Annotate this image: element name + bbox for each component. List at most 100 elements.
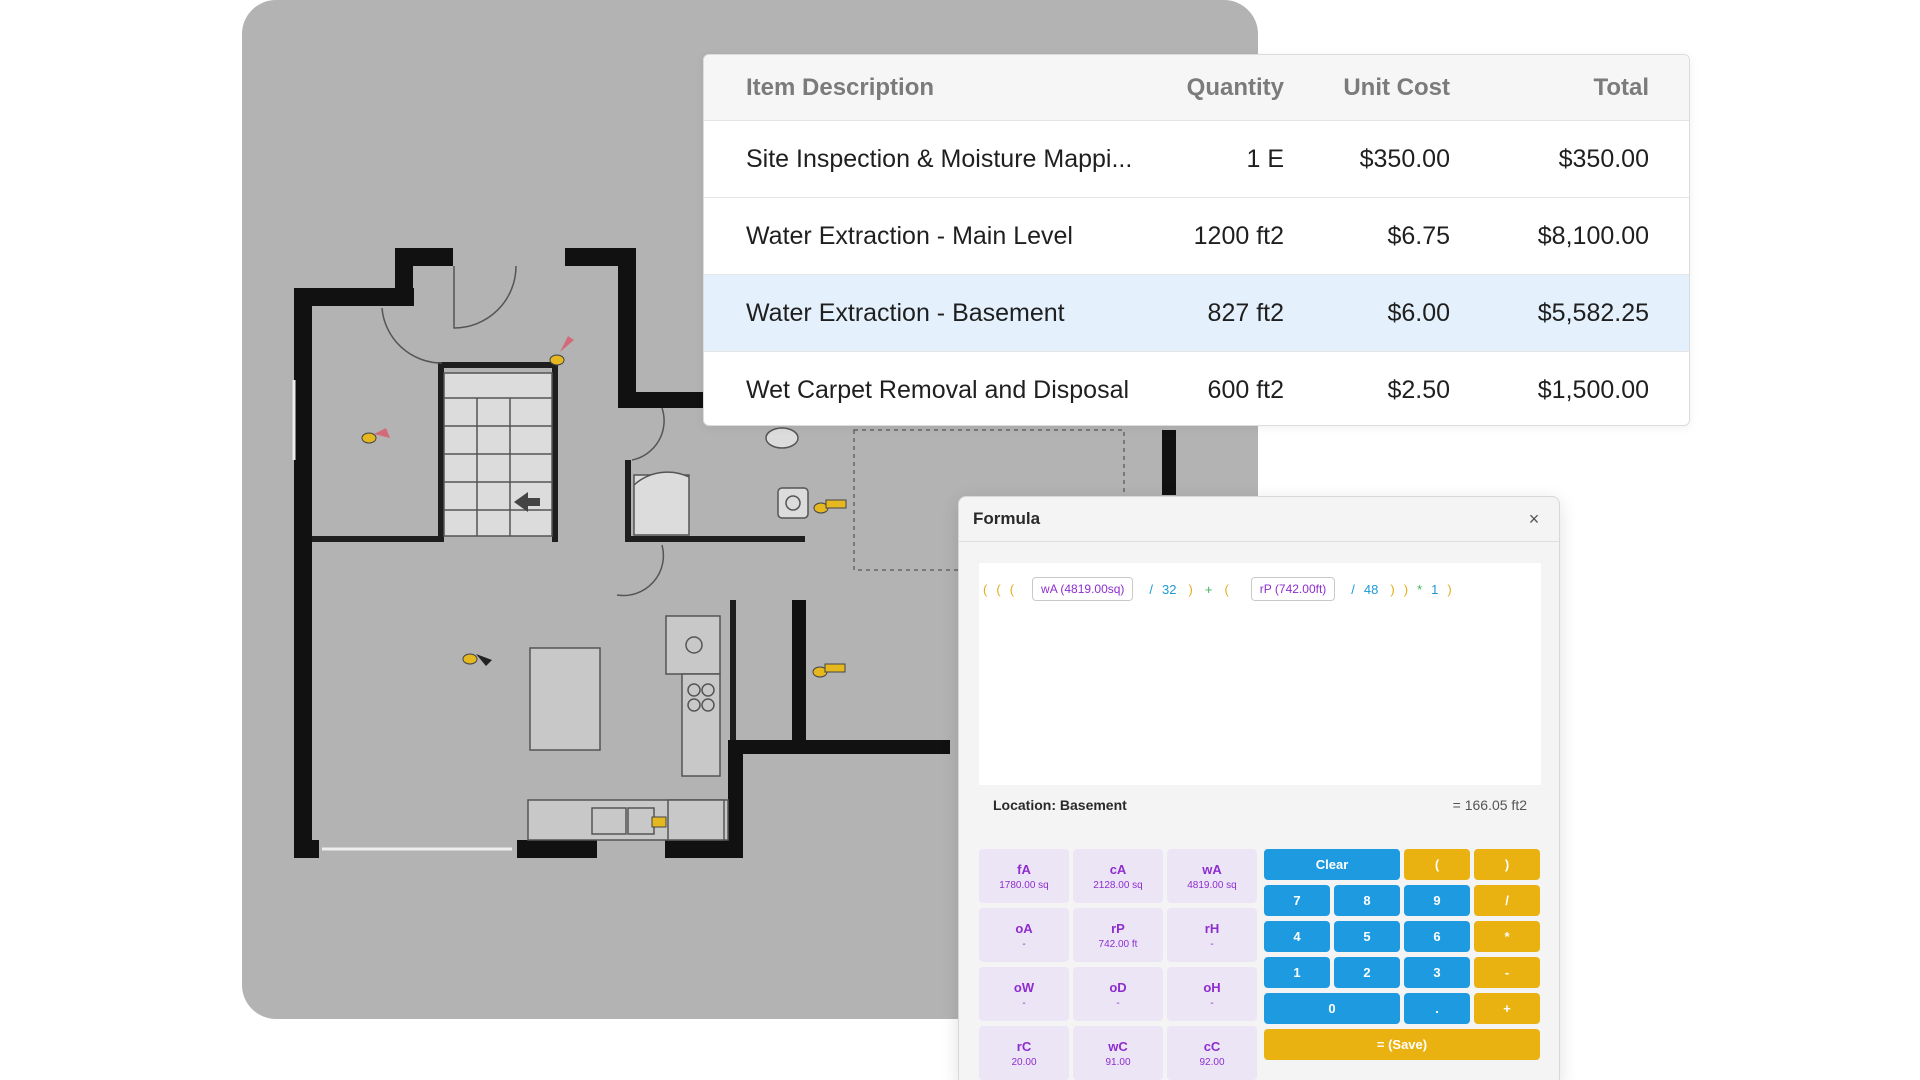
equipment-fan-icon <box>812 663 846 678</box>
token-paren: ) <box>1188 581 1193 597</box>
variable-code: oW <box>1013 979 1035 995</box>
variable-key-oD[interactable]: oD - <box>1073 967 1163 1021</box>
minus-button[interactable]: - <box>1474 957 1540 988</box>
digit-4-button[interactable]: 4 <box>1264 921 1330 952</box>
variable-key-wA[interactable]: wA 4819.00 sq <box>1167 849 1257 903</box>
header-total[interactable]: Total <box>1490 55 1689 121</box>
equipment-fan-icon <box>361 428 390 444</box>
row-quantity: 1200 ft2 <box>1149 197 1324 275</box>
token-paren: ) <box>1403 581 1409 597</box>
header-unit-cost[interactable]: Unit Cost <box>1324 55 1490 121</box>
token-operator: + <box>1204 581 1213 597</box>
app-stage: Item Description Quantity Unit Cost Tota… <box>0 0 1920 1080</box>
row-unit-cost: $350.00 <box>1324 120 1490 198</box>
equipment-dehumidifier-icon <box>462 653 492 666</box>
divide-button[interactable]: / <box>1474 885 1540 916</box>
variable-key-oH[interactable]: oH - <box>1167 967 1257 1021</box>
variable-key-rH[interactable]: rH - <box>1167 908 1257 962</box>
variable-key-wC[interactable]: wC 91.00 <box>1073 1026 1163 1080</box>
variable-code: oH <box>1203 979 1221 995</box>
token-operator: / <box>1149 581 1154 597</box>
variable-key-cA[interactable]: cA 2128.00 sq <box>1073 849 1163 903</box>
variable-value: - <box>1210 997 1214 1009</box>
token-operator: / <box>1351 581 1355 597</box>
row-description: Site Inspection & Moisture Mappi... <box>704 120 1149 198</box>
token-number: 1 <box>1431 581 1439 597</box>
row-total: $8,100.00 <box>1490 197 1689 275</box>
variable-code: rH <box>1204 920 1220 936</box>
table-header-row: Item Description Quantity Unit Cost Tota… <box>704 55 1689 121</box>
save-button[interactable]: = (Save) <box>1264 1029 1540 1060</box>
close-paren-button[interactable]: ) <box>1474 849 1540 880</box>
token-paren: ( <box>996 581 1001 597</box>
row-total: $350.00 <box>1490 120 1689 198</box>
variable-key-fA[interactable]: fA 1780.00 sq <box>979 849 1069 903</box>
variable-code: wA <box>1202 861 1222 877</box>
dialog-header: Formula × <box>959 497 1559 542</box>
variable-value: 20.00 <box>1011 1056 1037 1068</box>
row-description: Water Extraction - Main Level <box>704 197 1149 275</box>
decimal-button[interactable]: . <box>1404 993 1470 1024</box>
digit-3-button[interactable]: 3 <box>1404 957 1470 988</box>
variable-code: cC <box>1203 1038 1221 1054</box>
open-paren-button[interactable]: ( <box>1404 849 1470 880</box>
variable-code: rP <box>1111 920 1125 936</box>
header-item-description[interactable]: Item Description <box>704 55 1149 121</box>
digit-2-button[interactable]: 2 <box>1334 957 1400 988</box>
row-unit-cost: $6.75 <box>1324 197 1490 275</box>
digit-0-button[interactable]: 0 <box>1264 993 1400 1024</box>
table-row[interactable]: Wet Carpet Removal and Disposal 600 ft2 … <box>704 352 1689 426</box>
variable-code: fA <box>1017 861 1031 877</box>
variable-key-oW[interactable]: oW - <box>979 967 1069 1021</box>
token-variable-chip[interactable]: wA (4819.00sq) <box>1032 577 1134 601</box>
token-paren: ( <box>1009 581 1015 597</box>
variable-value: - <box>1116 997 1120 1009</box>
table-row-selected[interactable]: Water Extraction - Basement 827 ft2 $6.0… <box>704 274 1689 352</box>
plus-button[interactable]: + <box>1474 993 1540 1024</box>
header-quantity[interactable]: Quantity <box>1149 55 1324 121</box>
row-quantity: 1 E <box>1149 120 1324 198</box>
digit-9-button[interactable]: 9 <box>1404 885 1470 916</box>
clear-button[interactable]: Clear <box>1264 849 1400 880</box>
digit-7-button[interactable]: 7 <box>1264 885 1330 916</box>
variable-code: rC <box>1016 1038 1032 1054</box>
row-description: Water Extraction - Basement <box>704 274 1149 352</box>
variable-key-cC[interactable]: cC 92.00 <box>1167 1026 1257 1080</box>
variable-value: - <box>1022 997 1026 1009</box>
estimate-table-card: Item Description Quantity Unit Cost Tota… <box>703 54 1690 426</box>
token-paren: ) <box>1447 581 1452 597</box>
formula-editor[interactable]: ( ( ( wA (4819.00sq) / 32 ) + ( rP (742.… <box>979 563 1541 785</box>
variable-value: 92.00 <box>1199 1056 1225 1068</box>
location-row: Location: Basement = 166.05 ft2 <box>979 785 1541 825</box>
formula-dialog: Formula × ( ( ( wA (4819.00sq) / 32 ) + … <box>958 496 1560 1080</box>
token-number: 48 <box>1363 581 1379 597</box>
variable-value: 91.00 <box>1105 1056 1131 1068</box>
variable-code: oD <box>1109 979 1127 995</box>
row-total: $1,500.00 <box>1537 375 1649 404</box>
variable-key-rP[interactable]: rP 742.00 ft <box>1073 908 1163 962</box>
variable-value: - <box>1022 938 1026 950</box>
variable-key-oA[interactable]: oA - <box>979 908 1069 962</box>
close-icon[interactable]: × <box>1523 508 1545 530</box>
row-quantity: 600 ft2 <box>1207 375 1284 404</box>
variable-value: 2128.00 sq <box>1093 879 1143 891</box>
row-unit-cost: $2.50 <box>1387 375 1450 404</box>
variable-key-rC[interactable]: rC 20.00 <box>979 1026 1069 1080</box>
digit-8-button[interactable]: 8 <box>1334 885 1400 916</box>
token-paren: ) <box>1390 581 1395 597</box>
equipment-fan-icon <box>549 336 574 366</box>
token-paren: ( <box>1224 581 1229 597</box>
table-row[interactable]: Water Extraction - Main Level 1200 ft2 $… <box>704 197 1689 275</box>
token-variable-chip[interactable]: rP (742.00ft) <box>1250 577 1336 601</box>
variable-code: wC <box>1108 1038 1128 1054</box>
digit-1-button[interactable]: 1 <box>1264 957 1330 988</box>
row-quantity: 827 ft2 <box>1149 274 1324 352</box>
variable-code: oA <box>1015 920 1033 936</box>
multiply-button[interactable]: * <box>1474 921 1540 952</box>
table-row[interactable]: Site Inspection & Moisture Mappi... 1 E … <box>704 120 1689 198</box>
digit-6-button[interactable]: 6 <box>1404 921 1470 952</box>
estimate-table: Item Description Quantity Unit Cost Tota… <box>704 55 1689 426</box>
digit-5-button[interactable]: 5 <box>1334 921 1400 952</box>
token-paren: ( <box>983 581 988 597</box>
variable-value: - <box>1210 938 1214 950</box>
